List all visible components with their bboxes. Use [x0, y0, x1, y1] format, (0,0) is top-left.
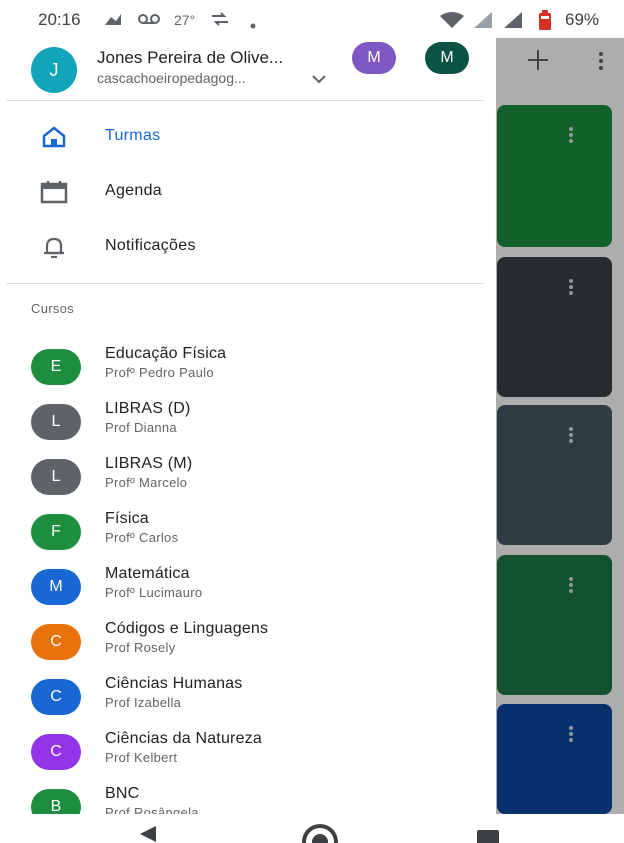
account-email: cascachoeiropedagog... [97, 70, 246, 86]
system-navigation-bar [0, 814, 624, 843]
battery-icon [538, 10, 552, 33]
course-title: Ciências da Natureza [105, 730, 262, 747]
voicemail-icon [138, 12, 160, 28]
divider [6, 283, 484, 284]
nav-item-notificacoes[interactable]: Notificações [0, 223, 480, 271]
course-avatar: M [31, 569, 81, 605]
nav-item-label: Agenda [105, 182, 162, 199]
status-time: 20:16 [38, 10, 81, 29]
course-teacher: Profº Carlos [105, 530, 179, 545]
course-teacher: Prof Rosângela [105, 805, 199, 814]
bell-icon [44, 237, 64, 259]
chevron-down-icon[interactable] [312, 74, 326, 84]
account-name: Jones Pereira de Olive... [97, 48, 284, 67]
course-title: Física [105, 510, 149, 527]
course-teacher: Prof Izabella [105, 695, 182, 710]
course-avatar: C [31, 734, 81, 770]
calendar-icon [40, 181, 68, 204]
course-teacher: Prof Rosely [105, 640, 176, 655]
back-icon[interactable] [140, 826, 156, 842]
course-title: Códigos e Linguagens [105, 620, 269, 637]
course-title: Educação Física [105, 345, 227, 362]
section-label-cursos: Cursos [31, 301, 74, 316]
course-item[interactable]: C Ciências Humanas Prof Izabella [0, 672, 480, 726]
course-teacher: Profº Pedro Paulo [105, 365, 214, 380]
course-item[interactable]: C Ciências da Natureza Prof Kelbert [0, 727, 480, 781]
course-avatar: B [31, 789, 81, 814]
course-item[interactable]: M Matemática Profº Lucimauro [0, 562, 480, 616]
course-teacher: Prof Dianna [105, 420, 177, 435]
course-item[interactable]: E Educação Física Profº Pedro Paulo [0, 342, 480, 396]
temperature-icon: 27° [174, 12, 196, 28]
home-icon [42, 126, 66, 148]
battery-percentage: 69% [565, 10, 600, 29]
status-bar: 20:16 27° 69% [0, 0, 624, 38]
home-button-icon[interactable] [302, 824, 338, 843]
signal-icon [474, 12, 492, 31]
navigation-drawer: J Jones Pereira de Olive... cascachoeiro… [0, 38, 496, 814]
course-avatar: L [31, 459, 81, 495]
course-teacher: Prof Kelbert [105, 750, 178, 765]
course-item[interactable]: F Física Profº Carlos [0, 507, 480, 561]
notification-broom-icon [104, 12, 122, 29]
divider [6, 100, 484, 101]
course-title: Ciências Humanas [105, 675, 243, 692]
nav-item-agenda[interactable]: Agenda [0, 168, 480, 216]
nav-item-turmas[interactable]: Turmas [0, 113, 480, 161]
nav-item-label: Notificações [105, 237, 196, 254]
account-switcher[interactable]: J Jones Pereira de Olive... cascachoeiro… [0, 38, 496, 100]
course-title: LIBRAS (D) [105, 400, 191, 417]
course-title: Matemática [105, 565, 190, 582]
course-item[interactable]: L LIBRAS (D) Prof Dianna [0, 397, 480, 451]
course-item[interactable]: B BNC Prof Rosângela [0, 782, 480, 814]
course-teacher: Profº Lucimauro [105, 585, 203, 600]
course-item[interactable]: C Códigos e Linguagens Prof Rosely [0, 617, 480, 671]
course-avatar: C [31, 624, 81, 660]
course-avatar: C [31, 679, 81, 715]
course-item[interactable]: L LIBRAS (M) Profº Marcelo [0, 452, 480, 506]
course-title: BNC [105, 785, 140, 802]
wifi-icon [440, 12, 464, 31]
course-avatar: E [31, 349, 81, 385]
signal-icon [504, 12, 522, 31]
other-account-avatar[interactable]: M [425, 42, 469, 74]
sync-icon [210, 12, 230, 29]
course-avatar: F [31, 514, 81, 550]
recent-apps-icon[interactable] [477, 830, 499, 843]
nav-item-label: Turmas [105, 127, 161, 144]
account-avatar[interactable]: J [31, 47, 77, 93]
course-teacher: Profº Marcelo [105, 475, 188, 490]
dot-icon [250, 16, 256, 32]
course-avatar: L [31, 404, 81, 440]
other-account-avatar[interactable]: M [352, 42, 396, 74]
course-title: LIBRAS (M) [105, 455, 193, 472]
